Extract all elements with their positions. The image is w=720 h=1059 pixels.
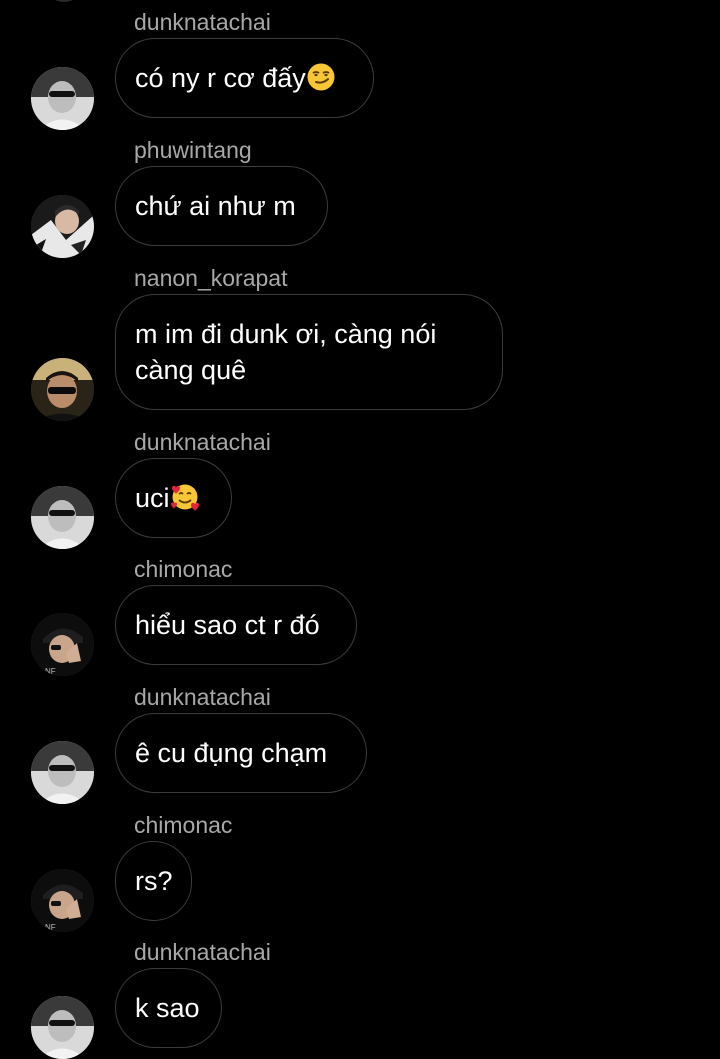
smiling-face-with-hearts-emoji-icon xyxy=(170,484,199,511)
message-username[interactable]: chimonac xyxy=(134,555,232,583)
avatar-dunknatachai[interactable] xyxy=(31,741,94,804)
message-bubble[interactable]: hiểu sao ct r đó xyxy=(115,585,357,665)
message-bubble[interactable]: m im đi dunk ơi, càng nói càng quê xyxy=(115,294,503,410)
svg-text:NF: NF xyxy=(45,923,56,932)
message-text: có ny r cơ đấy xyxy=(135,60,336,96)
message-bubble[interactable]: rs? xyxy=(115,841,192,921)
message-text: k sao xyxy=(135,993,200,1023)
message-bubble[interactable]: chứ ai như m xyxy=(115,166,328,246)
message-bubble[interactable]: có ny r cơ đấy xyxy=(115,38,374,118)
avatar-dunknatachai[interactable] xyxy=(31,67,94,130)
avatar-chimonac[interactable]: NF xyxy=(31,869,94,932)
svg-text:NF: NF xyxy=(45,667,56,676)
message-text: hiểu sao ct r đó xyxy=(135,610,320,640)
avatar-dunknatachai[interactable] xyxy=(31,486,94,549)
smirking-face-emoji-icon xyxy=(307,63,335,91)
avatar-nanon[interactable] xyxy=(31,358,94,421)
message-text: chứ ai như m xyxy=(135,191,296,221)
message-text: ê cu đụng chạm xyxy=(135,738,328,768)
previous-avatar-partial xyxy=(46,0,82,2)
message-username[interactable]: nanon_korapat xyxy=(134,264,287,292)
message-bubble[interactable]: uci xyxy=(115,458,232,538)
message-bubble[interactable]: ê cu đụng chạm xyxy=(115,713,367,793)
message-username[interactable]: dunknatachai xyxy=(134,938,271,966)
message-username[interactable]: chimonac xyxy=(134,811,232,839)
avatar-chimonac[interactable]: NF xyxy=(31,613,94,676)
message-username[interactable]: dunknatachai xyxy=(134,8,271,36)
message-username[interactable]: dunknatachai xyxy=(134,428,271,456)
message-username[interactable]: phuwintang xyxy=(134,136,252,164)
message-bubble[interactable]: k sao xyxy=(115,968,222,1048)
message-text: m im đi dunk ơi, càng nói càng quê xyxy=(135,319,437,385)
message-text: rs? xyxy=(135,866,173,896)
message-username[interactable]: dunknatachai xyxy=(134,683,271,711)
avatar-dunknatachai[interactable] xyxy=(31,996,94,1059)
message-text: uci xyxy=(135,480,200,516)
avatar-phuwintang[interactable] xyxy=(31,195,94,258)
